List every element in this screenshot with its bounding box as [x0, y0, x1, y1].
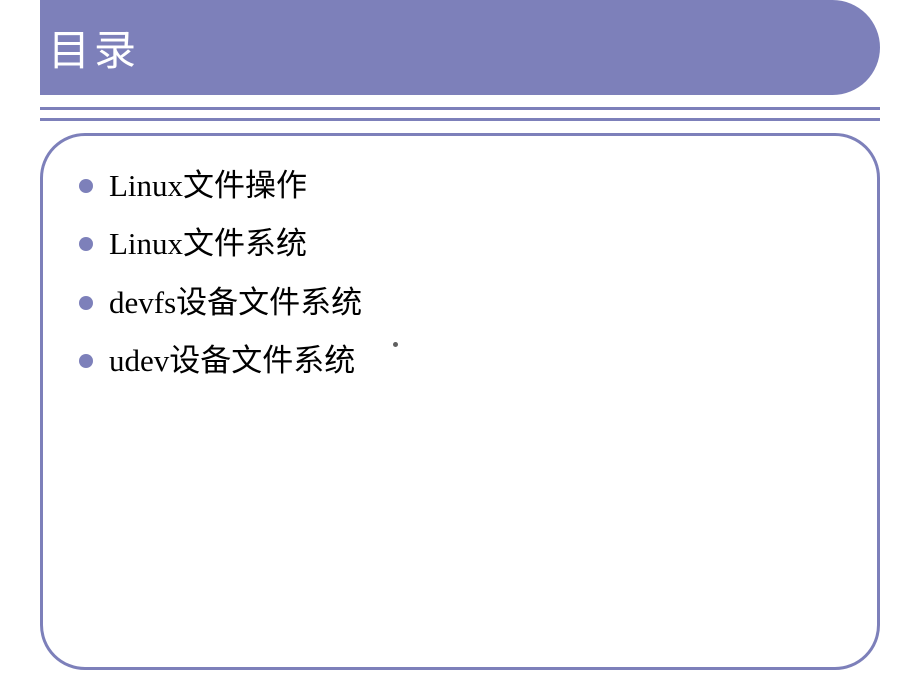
pointer-dot-icon: [393, 342, 398, 347]
slide-header: 目录: [40, 0, 880, 95]
list-item: devfs设备文件系统: [79, 283, 841, 323]
divider: [40, 107, 880, 121]
bullet-text: Linux文件操作: [109, 166, 307, 206]
list-item: Linux文件操作: [79, 166, 841, 206]
bullet-icon: [79, 354, 93, 368]
content-frame: Linux文件操作 Linux文件系统 devfs设备文件系统 udev设备文件…: [40, 133, 880, 670]
bullet-text: Linux文件系统: [109, 224, 307, 264]
bullet-text: devfs设备文件系统: [109, 283, 362, 323]
bullet-icon: [79, 296, 93, 310]
list-item: Linux文件系统: [79, 224, 841, 264]
bullet-icon: [79, 237, 93, 251]
bullet-icon: [79, 179, 93, 193]
bullet-list: Linux文件操作 Linux文件系统 devfs设备文件系统 udev设备文件…: [79, 166, 841, 381]
list-item: udev设备文件系统: [79, 341, 841, 381]
slide-title: 目录: [48, 17, 140, 78]
bullet-text: udev设备文件系统: [109, 341, 355, 381]
